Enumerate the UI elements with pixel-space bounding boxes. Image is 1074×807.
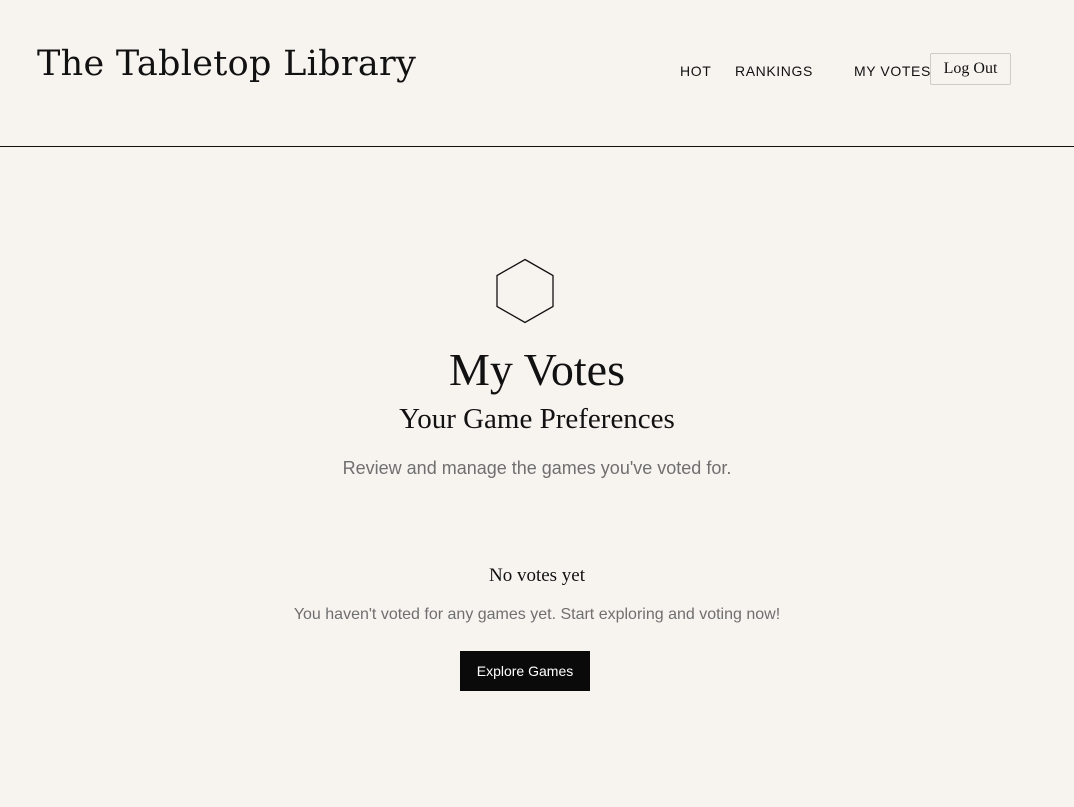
page-title: My Votes bbox=[449, 344, 625, 395]
site-header: The Tabletop Library HOT RANKINGS MY VOT… bbox=[0, 0, 1074, 147]
logout-button[interactable]: Log Out bbox=[930, 53, 1011, 85]
empty-state-title: No votes yet bbox=[488, 565, 586, 586]
site-logo-title[interactable]: The Tabletop Library bbox=[37, 44, 416, 84]
empty-state-message: You haven't voted for any games yet. Sta… bbox=[293, 606, 781, 623]
hexagon-icon bbox=[496, 258, 554, 324]
page-subtitle: Your Game Preferences bbox=[399, 403, 675, 435]
page-description: Review and manage the games you've voted… bbox=[342, 458, 732, 478]
nav-link-hot[interactable]: HOT bbox=[680, 63, 711, 79]
nav-link-rankings[interactable]: RANKINGS bbox=[735, 63, 813, 79]
nav-link-my-votes[interactable]: MY VOTES bbox=[854, 63, 931, 79]
explore-games-button[interactable]: Explore Games bbox=[460, 651, 590, 691]
